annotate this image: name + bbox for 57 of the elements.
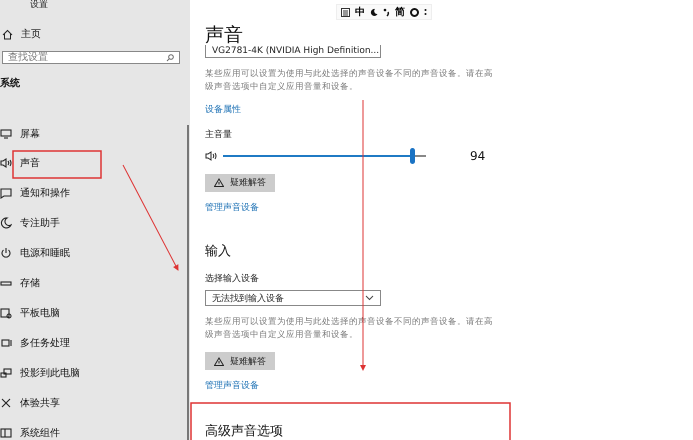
search-input[interactable]: 查找设置 — [8, 52, 166, 63]
window-title: 设置 — [30, 0, 49, 11]
output-device-dropdown[interactable]: VG2781-4K (NVIDIA High Definition... — [205, 45, 381, 58]
sidebar-item[interactable]: 电源和睡眠 — [0, 238, 190, 268]
manage-devices-link[interactable]: 管理声音设备 — [205, 200, 259, 214]
troubleshoot-button[interactable]: 疑难解答 — [205, 352, 275, 370]
sidebar-item[interactable]: 体验共享 — [0, 388, 190, 418]
sidebar-item[interactable]: 系统组件 — [0, 418, 190, 440]
punctuation-icon[interactable] — [383, 8, 390, 16]
warning-icon — [214, 356, 224, 366]
volume-label: 主音量 — [205, 128, 232, 142]
script-label[interactable]: 简 — [395, 5, 405, 19]
description-text: 某些应用可以设置为使用与此处选择的声音设备不同的声音设备。请在高级声音选项中自定义应用音量和设备。 — [205, 68, 494, 94]
home-icon — [2, 28, 13, 40]
input-mode-label[interactable]: 中 — [355, 5, 365, 19]
speaker-icon — [0, 157, 12, 169]
sidebar-item[interactable]: 投影到此电脑 — [0, 358, 190, 388]
warning-icon — [214, 178, 224, 188]
tablet-icon — [0, 307, 12, 319]
sidebar-item[interactable]: 屏幕 — [0, 119, 190, 148]
sidebar-item[interactable]: 声音 — [0, 148, 190, 178]
speaker-icon — [205, 151, 217, 162]
settings-icon[interactable] — [410, 8, 419, 16]
message-icon — [0, 187, 12, 199]
moon-icon[interactable] — [370, 8, 378, 16]
section-heading: 系统 — [0, 76, 21, 90]
home-label: 主页 — [21, 28, 41, 41]
monitor-icon — [0, 128, 12, 140]
slider-thumb[interactable] — [410, 148, 415, 164]
more-icon[interactable] — [424, 8, 427, 16]
manage-devices-link[interactable]: 管理声音设备 — [205, 379, 259, 392]
chevron-icon — [365, 295, 374, 302]
moon-icon — [0, 217, 12, 229]
sidebar-item[interactable]: 多任务处理 — [0, 328, 190, 358]
volume-value: 94 — [470, 149, 486, 164]
scrollbar[interactable] — [187, 125, 189, 440]
section-heading: 高级声音选项 — [205, 423, 283, 440]
sidebar-item[interactable]: 专注助手 — [0, 208, 190, 238]
multitask-icon — [0, 337, 12, 349]
project-icon — [0, 367, 12, 379]
device-properties-link[interactable]: 设备属性 — [205, 103, 241, 116]
share-icon — [0, 397, 12, 409]
sidebar-item[interactable]: 通知和操作 — [0, 178, 190, 208]
volume-slider[interactable] — [223, 148, 426, 164]
search-field[interactable]: 查找设置 — [2, 51, 180, 64]
home-item[interactable]: 主页 — [2, 27, 190, 41]
section-heading: 输入 — [205, 242, 231, 260]
sidebar-item[interactable]: 平板电脑 — [0, 298, 190, 328]
input-device-dropdown[interactable]: 无法找到输入设备 — [205, 290, 381, 306]
troubleshoot-button[interactable]: 疑难解答 — [205, 174, 275, 192]
search-icon — [166, 54, 174, 62]
keyboard-icon — [341, 8, 350, 16]
power-icon — [0, 247, 12, 259]
input-select-label: 选择输入设备 — [205, 272, 259, 285]
page-title: 声音 — [205, 25, 243, 45]
sidebar-item[interactable]: 存储 — [0, 268, 190, 298]
components-icon — [0, 427, 12, 439]
